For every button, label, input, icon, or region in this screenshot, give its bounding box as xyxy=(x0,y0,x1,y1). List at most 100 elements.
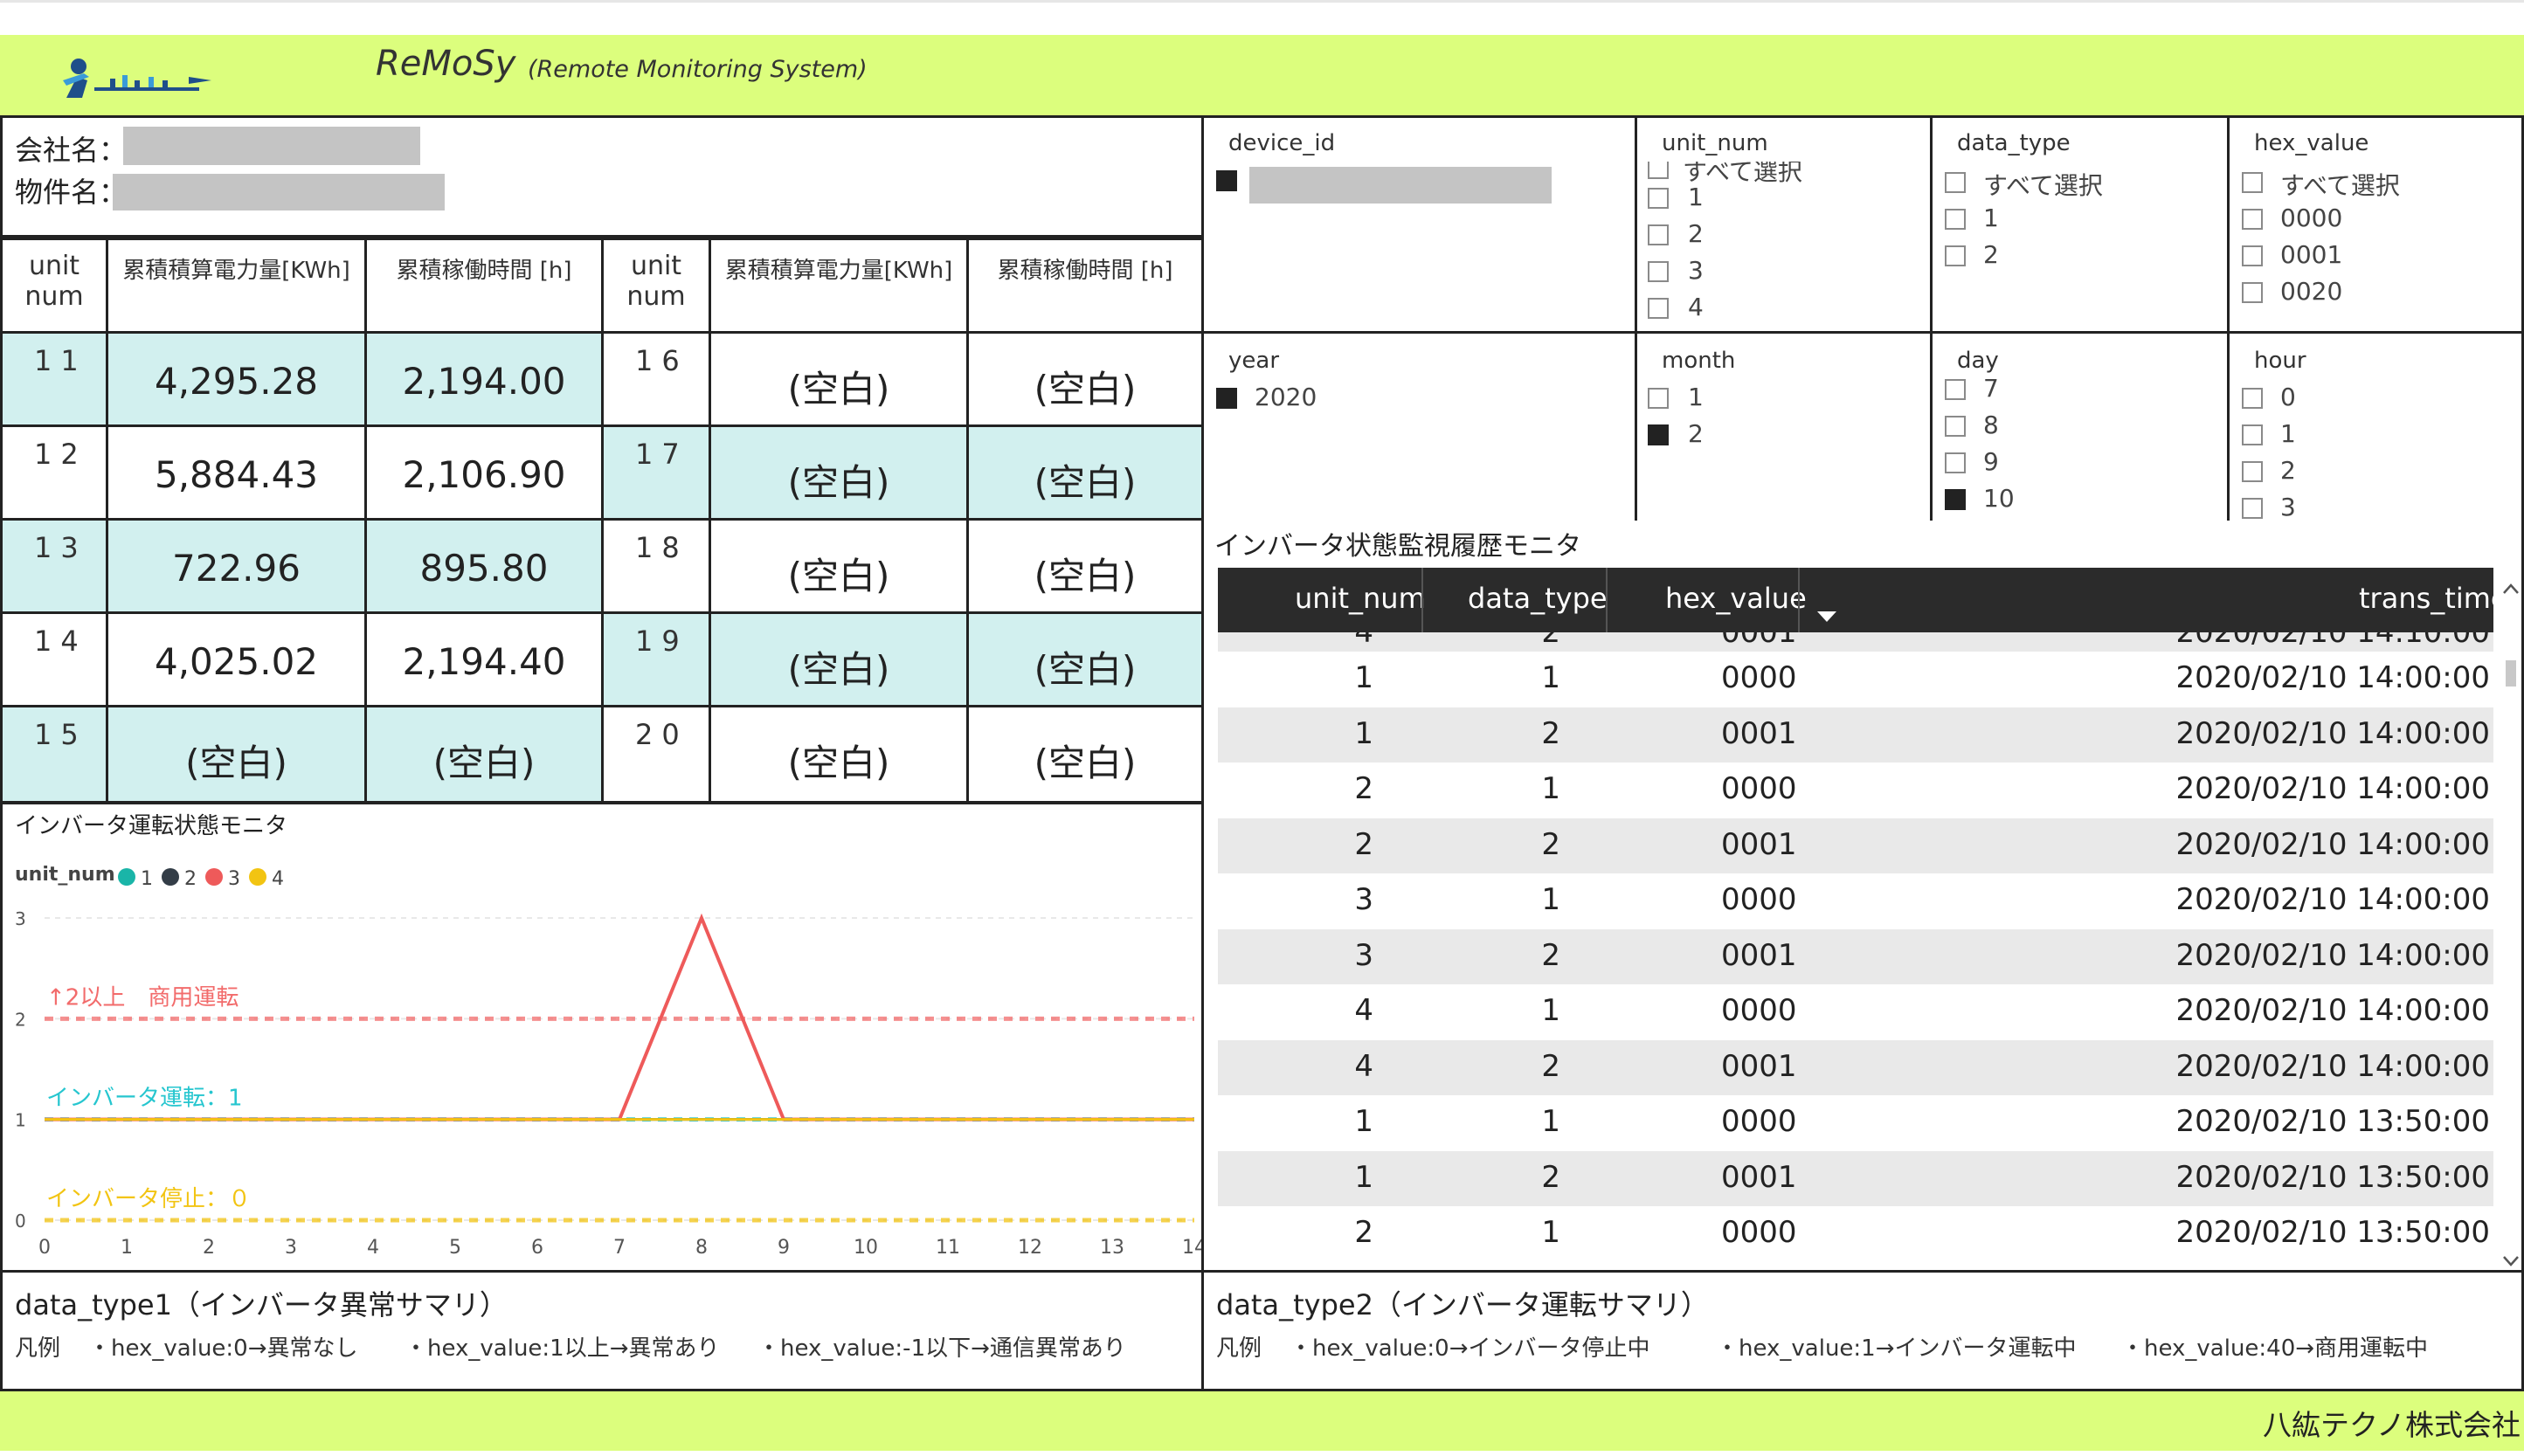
cell-hex-value: 0001 xyxy=(1721,632,1797,650)
table-row[interactable]: 1 2 0001 2020/02/10 13:50:00 xyxy=(1218,1150,2493,1206)
cell-trans-time: 2020/02/10 14:00:00 xyxy=(2175,771,2490,806)
table-row[interactable]: 1 1 0000 2020/02/10 14:00:00 xyxy=(1218,652,2493,707)
hour-option[interactable]: 0 xyxy=(2280,383,2296,411)
company-name-redacted xyxy=(123,127,420,165)
col-trans-time[interactable]: trans_time xyxy=(2359,582,2508,615)
hex-value-option[interactable]: すべて選択 xyxy=(2280,167,2400,202)
data-type-option[interactable]: すべて選択 xyxy=(1983,167,2103,202)
scroll-up-icon[interactable] xyxy=(2502,582,2520,596)
day-checkbox[interactable] xyxy=(1945,452,1966,473)
slicer-title: data_type xyxy=(1957,130,2071,156)
month-option[interactable]: 2 xyxy=(1688,419,1704,448)
hour-option[interactable]: 2 xyxy=(2280,456,2296,485)
month-checkbox[interactable] xyxy=(1648,424,1669,445)
unit-num-checkbox[interactable] xyxy=(1648,261,1669,282)
table-row[interactable]: 3 1 0000 2020/02/10 14:00:00 xyxy=(1218,873,2493,929)
data-type-option[interactable]: 1 xyxy=(1983,204,1999,232)
table-row[interactable]: 2 2 0001 2020/02/10 14:00:00 xyxy=(1218,818,2493,873)
month-option[interactable]: 1 xyxy=(1688,383,1704,411)
hour-checkbox[interactable] xyxy=(2242,498,2263,519)
table-row[interactable]: 4 2 0001 2020/02/10 14:00:00 xyxy=(1218,1039,2493,1095)
data-type1-item: ・hex_value:1以上→異常あり xyxy=(405,1335,720,1362)
col-hex-value[interactable]: hex_value xyxy=(1665,582,1807,615)
data-type-checkbox[interactable] xyxy=(1945,245,1966,266)
unit-cell: 20 xyxy=(601,705,711,804)
app-subtitle: (Remote Monitoring System) xyxy=(528,56,868,83)
hex-value-option[interactable]: 0020 xyxy=(2280,277,2342,306)
cell-trans-time: 2020/02/10 13:50:00 xyxy=(2175,1215,2490,1250)
day-option[interactable]: 10 xyxy=(1983,484,2015,513)
hour-checkbox[interactable] xyxy=(2242,461,2263,482)
hour-checkbox[interactable] xyxy=(2242,388,2263,409)
data-type1-title: data_type1（インバータ異常サマリ） xyxy=(15,1288,508,1321)
col-data-type[interactable]: data_type xyxy=(1468,582,1608,615)
hour-option[interactable]: 1 xyxy=(2280,419,2296,448)
header-unit-num-1: unit num xyxy=(0,238,108,334)
year-option[interactable]: 2020 xyxy=(1255,383,1317,411)
hour-option[interactable]: 3 xyxy=(2280,493,2296,521)
header-energy-1: 累積積算電力量[KWh] xyxy=(106,238,367,334)
unit-num-checkbox[interactable] xyxy=(1648,162,1669,179)
unit-num-checkbox[interactable] xyxy=(1648,188,1669,209)
cell-data-type: 2 xyxy=(1541,715,1560,751)
y-tick-label: 2 xyxy=(15,1009,26,1030)
table-row[interactable]: 2 1 0000 2020/02/10 13:50:00 xyxy=(1218,1206,2493,1262)
table-row[interactable]: 4 1 0000 2020/02/10 14:00:00 xyxy=(1218,984,2493,1040)
day-option[interactable]: 7 xyxy=(1983,374,1999,403)
cell-data-type: 1 xyxy=(1541,1104,1560,1139)
unit-cell: 15 xyxy=(0,705,108,804)
data-type-checkbox[interactable] xyxy=(1945,172,1966,193)
hex-value-option[interactable]: 0001 xyxy=(2280,240,2342,269)
hour-checkbox[interactable] xyxy=(2242,424,2263,445)
unit-num-option[interactable]: 3 xyxy=(1688,256,1704,285)
history-scrollbar[interactable] xyxy=(2500,568,2521,1270)
hex-value-checkbox[interactable] xyxy=(2242,245,2263,266)
table-row[interactable]: 1 1 0000 2020/02/10 13:50:00 xyxy=(1218,1095,2493,1151)
app-footer xyxy=(0,1391,2524,1451)
data-type2-legend: data_type2（インバータ運転サマリ） 凡例 ・hex_value:0→イ… xyxy=(1201,1270,2524,1391)
unit-num-checkbox[interactable] xyxy=(1648,224,1669,245)
day-checkbox[interactable] xyxy=(1945,416,1966,437)
scroll-down-icon[interactable] xyxy=(2502,1254,2520,1268)
day-option[interactable]: 9 xyxy=(1983,447,1999,476)
device-id-checkbox[interactable] xyxy=(1216,170,1237,191)
cell-data-type: 1 xyxy=(1541,771,1560,806)
sort-desc-icon[interactable] xyxy=(1817,611,1836,624)
data-type2-title: data_type2（インバータ運転サマリ） xyxy=(1216,1288,1709,1321)
reference-label: ↑2以上 商用運転 xyxy=(46,984,239,1011)
day-option[interactable]: 8 xyxy=(1983,411,1999,439)
scroll-thumb[interactable] xyxy=(2506,660,2516,687)
data-type-option[interactable]: 2 xyxy=(1983,240,1999,269)
table-row[interactable]: 2 1 0000 2020/02/10 14:00:00 xyxy=(1218,763,2493,818)
slicer-hour: hour 0 1 2 3 xyxy=(2227,331,2524,523)
day-checkbox[interactable] xyxy=(1945,489,1966,510)
year-checkbox[interactable] xyxy=(1216,388,1237,409)
unit-num-option[interactable]: 4 xyxy=(1688,293,1704,321)
cell-unit-num: 3 xyxy=(1354,937,1373,973)
x-tick-label: 6 xyxy=(531,1237,543,1259)
table-row-partial[interactable]: 4 2 0001 2020/02/10 14:10:00 xyxy=(1218,632,2493,652)
month-checkbox[interactable] xyxy=(1648,388,1669,409)
hex-value-checkbox[interactable] xyxy=(2242,282,2263,303)
col-unit-num[interactable]: unit_num xyxy=(1295,582,1426,615)
cell-data-type: 2 xyxy=(1541,1048,1560,1084)
x-tick-label: 10 xyxy=(854,1237,878,1259)
cell-unit-num: 4 xyxy=(1354,1048,1373,1084)
day-checkbox[interactable] xyxy=(1945,379,1966,400)
cell-trans-time: 2020/02/10 13:50:00 xyxy=(2175,1104,2490,1139)
unit-num-option[interactable]: 2 xyxy=(1688,219,1704,248)
cell-trans-time: 2020/02/10 14:10:00 xyxy=(2175,632,2490,650)
slicer-title: month xyxy=(1662,348,1736,374)
data-type-checkbox[interactable] xyxy=(1945,209,1966,230)
table-row[interactable]: 1 2 0001 2020/02/10 14:00:00 xyxy=(1218,707,2493,763)
unit-num-option[interactable]: 1 xyxy=(1688,183,1704,211)
hex-value-checkbox[interactable] xyxy=(2242,172,2263,193)
hours-cell: 895.80 xyxy=(364,518,604,614)
hex-value-checkbox[interactable] xyxy=(2242,209,2263,230)
cell-data-type: 1 xyxy=(1541,660,1560,695)
reference-label: インバータ停止：０ xyxy=(46,1186,251,1212)
table-row[interactable]: 3 2 0001 2020/02/10 14:00:00 xyxy=(1218,928,2493,984)
slicer-device-id: device_id xyxy=(1201,115,1637,334)
hex-value-option[interactable]: 0000 xyxy=(2280,204,2342,232)
unit-num-checkbox[interactable] xyxy=(1648,298,1669,319)
